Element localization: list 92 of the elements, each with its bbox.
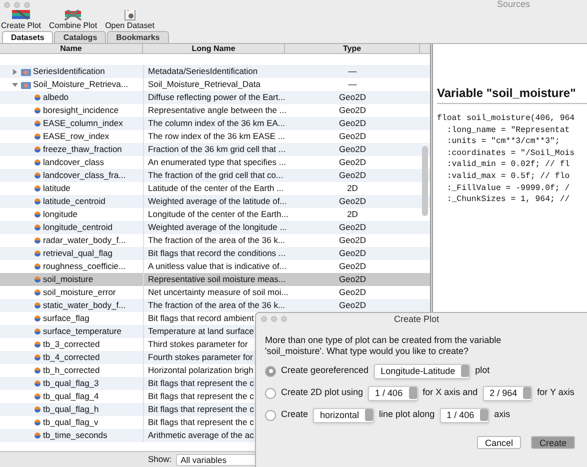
- long-name: Bit flags that represent the c: [148, 417, 254, 427]
- long-name: The fraction of the area of the 36 k...: [148, 300, 286, 310]
- code-line: float soil_moisture(406, 964: [437, 113, 576, 125]
- variable-name: static_water_body_f...: [43, 299, 126, 312]
- variable-name: Soil_Moisture_Retrieva...: [33, 78, 128, 91]
- type-label: Geo2D: [339, 261, 366, 271]
- variable-name: radar_water_body_f...: [43, 234, 126, 247]
- variable-name: latitude_centroid: [43, 195, 106, 208]
- long-name: Representative angle between the ...: [148, 105, 286, 115]
- long-name: Latitude of the center of the Earth ...: [148, 183, 284, 193]
- type-label: Geo2D: [339, 235, 366, 245]
- long-name: Weighted average of the longitude ...: [148, 222, 287, 232]
- variable-name: landcover_class_fra...: [43, 169, 126, 182]
- long-name: Bit flags that record ambient: [148, 313, 254, 323]
- variable-name: tb_4_corrected: [43, 351, 100, 364]
- variable-name: soil_moisture: [43, 273, 94, 286]
- type-label: Geo2D: [339, 222, 366, 232]
- long-name: The row index of the 36 km EASE ...: [148, 131, 286, 141]
- variable-name: freeze_thaw_fraction: [43, 143, 122, 156]
- variable-name: tb_qual_flag_4: [43, 390, 99, 403]
- long-name: The column index of the 36 km EA...: [148, 118, 286, 128]
- type-label: Geo2D: [339, 131, 366, 141]
- long-name: Fraction of the 36 km grid cell that ...: [148, 144, 286, 154]
- long-name: Arithmetic average of the ac: [148, 430, 254, 440]
- code-line: :coordinates = "/Soil_Mois: [446, 148, 576, 160]
- long-name: An enumerated type that specifies ...: [148, 157, 286, 167]
- option-label: plot: [475, 364, 490, 378]
- code-line: :units = "cm**3/cm**3";: [446, 136, 561, 148]
- variable-name: tb_qual_flag_3: [43, 377, 99, 390]
- code-line: :long_name = "Representat: [446, 124, 571, 136]
- type-label: 2D: [347, 209, 358, 219]
- type-label: Geo2D: [339, 196, 366, 206]
- code-line: :valid_min = 0.02f; // fl: [446, 159, 571, 171]
- long-name: The fraction of the grid cell that co...: [148, 170, 284, 180]
- variable-name: tb_qual_flag_h: [43, 403, 99, 416]
- variable-name: tb_3_corrected: [43, 338, 100, 351]
- long-name: Temperature at land surface: [148, 326, 254, 336]
- variable-name: retrieval_qual_flag: [43, 247, 112, 260]
- variable-name: tb_h_corrected: [43, 364, 100, 377]
- long-name: Fourth stokes parameter for: [148, 352, 253, 362]
- variable-title: Variable "soil_moisture": [437, 84, 587, 104]
- long-name: The fraction of the area of the 36 k...: [148, 235, 286, 245]
- variable-name: tb_qual_flag_v: [43, 416, 98, 429]
- code-line: :_FillValue = -9999.0f; /: [446, 182, 571, 194]
- variable-name: EASE_column_index: [43, 117, 123, 130]
- type-label: Geo2D: [339, 92, 366, 102]
- variable-name: soil_moisture_error: [43, 286, 116, 299]
- long-name: Bit flags that represent the c: [148, 404, 254, 414]
- long-name: Bit flags that record the conditions ...: [148, 248, 286, 258]
- variable-name: tb_time_seconds: [43, 429, 108, 442]
- variable-name: boresight_incidence: [43, 104, 119, 117]
- show-label: Show:: [148, 453, 172, 466]
- type-label: Geo2D: [339, 287, 366, 297]
- option-label: for Y axis: [537, 386, 574, 400]
- type-label: Geo2D: [339, 118, 366, 128]
- long-name: Third stokes parameter for: [148, 339, 248, 349]
- variable-name: latitude: [43, 182, 70, 195]
- long-name: Bit flags that represent the c: [148, 391, 254, 401]
- type-label: —: [348, 66, 357, 76]
- type-label: Geo2D: [339, 248, 366, 258]
- long-name: A unitless value that is indicative of...: [148, 261, 286, 271]
- long-name: Bit flags that represent the c: [148, 378, 254, 388]
- code-line: :valid_max = 0.5f; // flo: [446, 170, 571, 183]
- code-line: :_ChunkSizes = 1, 964; //: [446, 194, 571, 206]
- type-label: Geo2D: [339, 105, 366, 115]
- long-name: Weighted average of the latitude of...: [148, 196, 287, 206]
- variable-name: surface_temperature: [43, 325, 122, 338]
- variable-name: longitude_centroid: [43, 221, 112, 234]
- type-label: Geo2D: [339, 144, 366, 154]
- type-label: 2D: [347, 183, 358, 193]
- long-name: Soil_Moisture_Retrieval_Data: [148, 79, 260, 89]
- variable-name: surface_flag: [43, 312, 90, 325]
- long-name: Longitude of the center of the Earth...: [148, 209, 288, 219]
- long-name: Metadata/SeriesIdentification: [148, 66, 258, 76]
- long-name: Horizontal polarization brigh: [148, 365, 254, 375]
- option-label: axis: [494, 408, 510, 422]
- type-label: Geo2D: [339, 300, 366, 310]
- type-label: Geo2D: [339, 170, 366, 180]
- variable-name: longitude: [43, 208, 78, 221]
- variable-name: landcover_class: [43, 156, 104, 169]
- type-label: Geo2D: [339, 274, 366, 284]
- long-name: Representative soil moisture meas...: [148, 274, 286, 284]
- variable-name: SeriesIdentification: [33, 65, 105, 78]
- long-name: Net uncertainty measure of soil moi...: [148, 287, 288, 297]
- long-name: Diffuse reflecting power of the Eart...: [148, 92, 286, 102]
- variable-name: EASE_row_index: [43, 130, 110, 143]
- type-label: Geo2D: [339, 157, 366, 167]
- variable-name: albedo: [43, 91, 69, 104]
- option-label: Create georeferenced: [281, 364, 369, 378]
- variable-name: roughness_coefficie...: [43, 260, 126, 273]
- type-label: —: [348, 79, 357, 89]
- window-title: Sources: [497, 0, 530, 10]
